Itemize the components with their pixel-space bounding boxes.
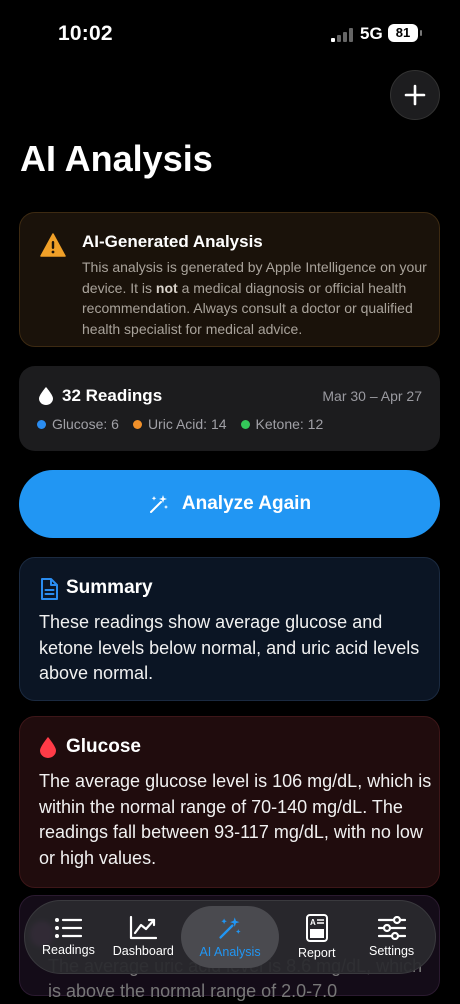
sparkles-icon	[219, 917, 241, 939]
network-type: 5G	[360, 24, 383, 43]
summary-title: Summary	[66, 577, 153, 598]
analyze-again-label: Analyze Again	[181, 493, 312, 514]
cellular-signal-icon	[331, 28, 353, 42]
glucose-body: The average glucose level is 106 mg/dL, …	[39, 771, 432, 868]
drop-icon	[39, 387, 53, 405]
sliders-icon	[377, 916, 406, 940]
tab-dashboard-label: Dashboard	[112, 944, 174, 958]
page-title: AI Analysis	[20, 138, 213, 179]
svg-text:A: A	[310, 918, 316, 927]
battery-icon: 81	[388, 24, 422, 42]
blood-drop-icon	[40, 737, 56, 758]
readings-count: 32 Readings	[62, 386, 163, 405]
glucose-title: Glucose	[66, 736, 141, 757]
glucose-card: Glucose The average glucose level is 106…	[19, 716, 440, 888]
report-icon: A	[305, 914, 328, 942]
readings-summary-card: 32 Readings Mar 30 – Apr 27 Glucose: 6 U…	[19, 366, 440, 451]
tab-bar: Readings Dashboard AI Analysis A Report	[24, 900, 436, 974]
list-icon	[55, 918, 83, 938]
tab-dashboard[interactable]: Dashboard	[106, 906, 181, 968]
plus-icon	[404, 84, 426, 106]
tab-report[interactable]: A Report	[279, 906, 354, 968]
tab-report-label: Report	[297, 946, 336, 960]
date-range: Mar 30 – Apr 27	[322, 388, 422, 404]
legend-uric-acid: Uric Acid: 14	[132, 416, 227, 432]
status-time: 10:02	[58, 22, 113, 45]
chart-icon	[130, 916, 158, 940]
document-icon	[41, 578, 58, 600]
sparkles-icon	[149, 495, 168, 513]
tab-ai-analysis[interactable]: AI Analysis	[180, 906, 280, 968]
ai-disclaimer-card: AI-Generated Analysis This analysis is g…	[19, 212, 440, 347]
status-bar: 10:02 5G 81	[0, 0, 460, 66]
disclaimer-body: This analysis is generated by Apple Inte…	[82, 259, 427, 337]
disclaimer-title: AI-Generated Analysis	[82, 232, 263, 251]
tab-readings[interactable]: Readings	[31, 906, 106, 968]
legend-ketone: Ketone: 12	[240, 416, 323, 432]
tab-ai-analysis-label: AI Analysis	[199, 945, 261, 959]
legend-glucose: Glucose: 6	[37, 416, 119, 432]
add-button[interactable]	[390, 70, 440, 120]
analyze-again-button[interactable]: Analyze Again	[19, 470, 440, 538]
summary-body: These readings show average glucose and …	[39, 612, 420, 683]
warning-icon	[40, 233, 66, 257]
readings-legend: Glucose: 6 Uric Acid: 14 Ketone: 12	[37, 416, 323, 432]
tab-settings[interactable]: Settings	[354, 906, 429, 968]
tab-settings-label: Settings	[368, 944, 415, 958]
tab-readings-label: Readings	[42, 943, 95, 957]
summary-card: Summary These readings show average gluc…	[19, 557, 440, 701]
